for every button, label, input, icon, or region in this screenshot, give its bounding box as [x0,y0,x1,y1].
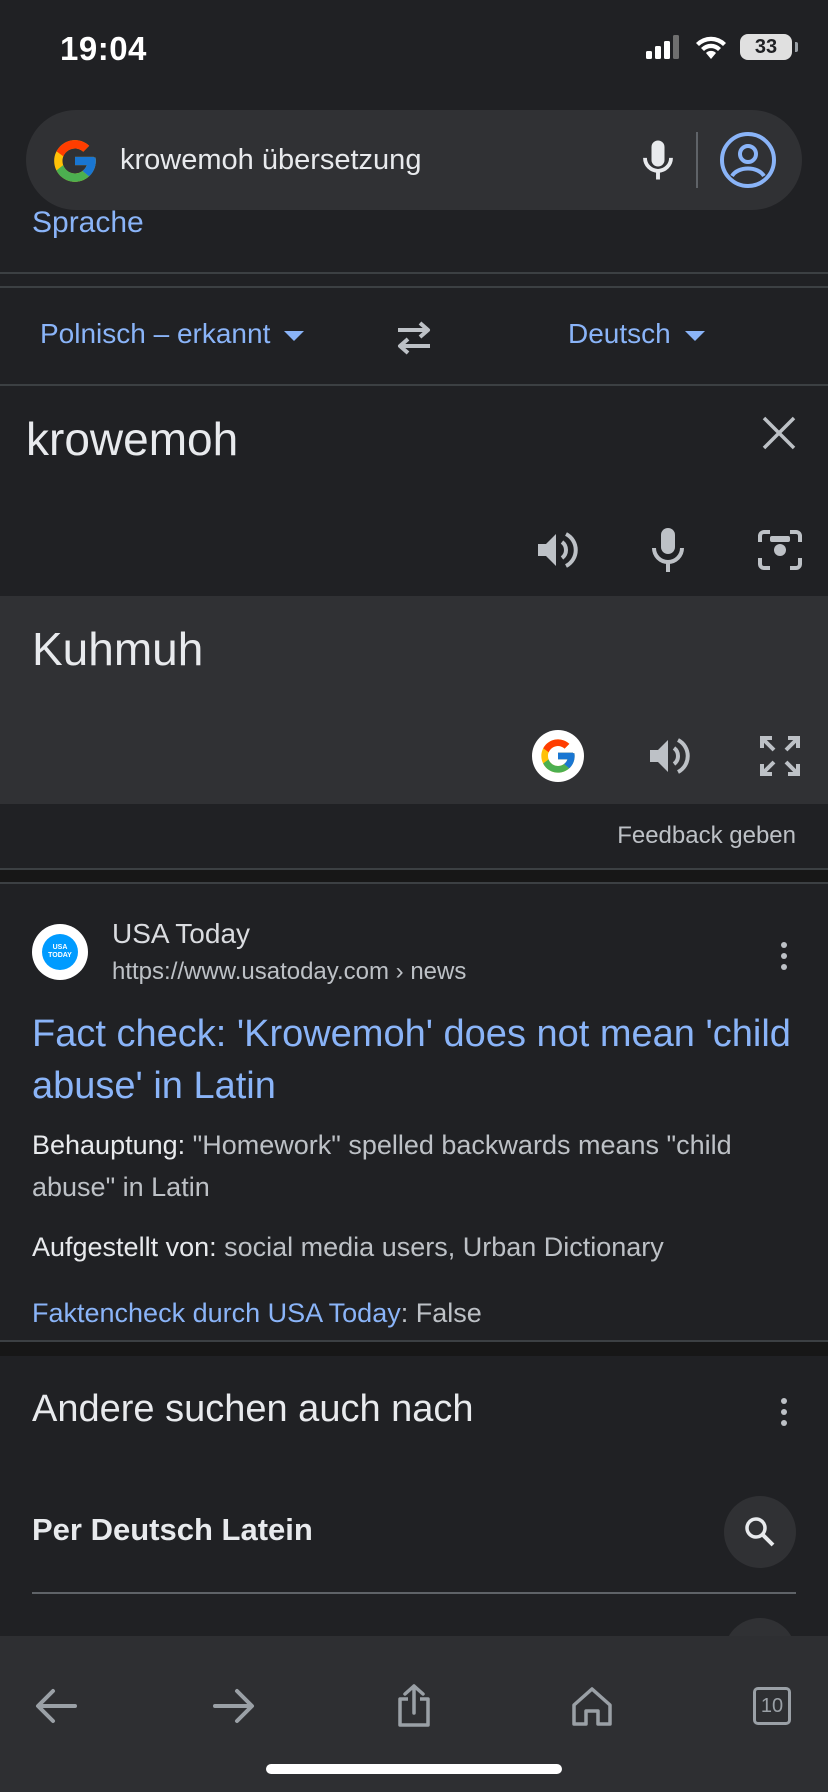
fact-check-link[interactable]: Faktencheck durch USA Today [32,1298,401,1328]
google-icon[interactable] [532,730,584,782]
search-bar[interactable]: krowemoh übersetzung [26,110,802,210]
divider [0,882,828,884]
google-logo-icon [541,739,575,773]
result-site-name[interactable]: USA Today [112,918,250,950]
people-also-search-title: Andere suchen auch nach [32,1388,474,1430]
speaker-icon[interactable] [532,526,580,574]
forward-icon [213,1689,254,1723]
cellular-signal-icon [646,35,679,59]
claimed-by-text: social media users, Urban Dictionary [216,1232,664,1262]
home-icon [572,1687,612,1726]
result-snippet: Behauptung: "Homework" spelled backwards… [32,1124,802,1208]
chevron-down-icon [684,331,705,341]
claimed-by: Aufgestellt von: social media users, Urb… [32,1232,664,1263]
search-bar-divider [696,132,698,188]
google-logo-icon [54,140,96,182]
target-language-select[interactable]: Deutsch [568,318,705,350]
wifi-icon [696,36,726,59]
divider [0,286,828,288]
source-language-select[interactable]: Polnisch – erkannt [40,318,305,350]
tabs-icon: 10 [753,1687,791,1725]
source-language-label: Polnisch – erkannt [40,318,271,349]
clear-icon[interactable] [760,414,798,452]
result-title-link[interactable]: Fact check: 'Krowemoh' does not mean 'ch… [32,1008,792,1112]
fact-check-rating: False [408,1298,482,1328]
fact-check-line: Faktencheck durch USA Today: False [32,1298,482,1329]
section-separator [0,1342,828,1356]
result-url[interactable]: https://www.usatoday.com › news [112,958,466,986]
divider [32,1592,796,1594]
speaker-icon[interactable] [644,732,692,780]
status-time: 19:04 [60,30,147,67]
sprache-link[interactable]: Sprache [32,206,144,240]
home-indicator[interactable] [266,1764,562,1774]
divider [0,384,828,386]
account-icon[interactable] [718,130,778,190]
home-button[interactable] [562,1676,622,1736]
status-bar: 19:04 33 [0,0,828,100]
related-search-item[interactable]: Per Deutsch Latein [32,1512,313,1548]
site-favicon[interactable]: USA TODAY [32,924,88,980]
microphone-icon[interactable] [644,524,692,576]
swap-languages-icon[interactable] [392,318,436,358]
claim-label: Behauptung: [32,1130,186,1160]
chevron-down-icon [284,331,305,341]
battery-icon: 33 [740,34,798,60]
back-button[interactable] [26,1676,86,1736]
feedback-link[interactable]: Feedback geben [617,822,796,850]
microphone-icon[interactable] [632,134,684,186]
status-icons: 33 [646,34,798,60]
related-search-button[interactable] [724,1496,796,1568]
more-options-icon[interactable] [774,940,794,972]
share-icon [398,1684,430,1727]
more-options-icon[interactable] [774,1396,794,1428]
search-icon [745,1517,775,1547]
translated-text: Kuhmuh [32,623,204,675]
forward-button[interactable] [204,1676,264,1736]
divider [0,272,828,274]
claimed-by-label: Aufgestellt von: [32,1232,217,1262]
tabs-button[interactable]: 10 [742,1676,802,1736]
usa-today-logo: USA TODAY [42,934,78,970]
source-text-input[interactable]: krowemoh [26,412,238,466]
translation-output-panel: Kuhmuh [0,596,828,804]
target-language-label: Deutsch [568,318,671,349]
search-input[interactable]: krowemoh übersetzung [120,144,421,177]
camera-icon[interactable] [756,526,804,574]
back-icon [36,1689,77,1723]
fullscreen-icon[interactable] [756,732,804,780]
share-button[interactable] [384,1676,444,1736]
